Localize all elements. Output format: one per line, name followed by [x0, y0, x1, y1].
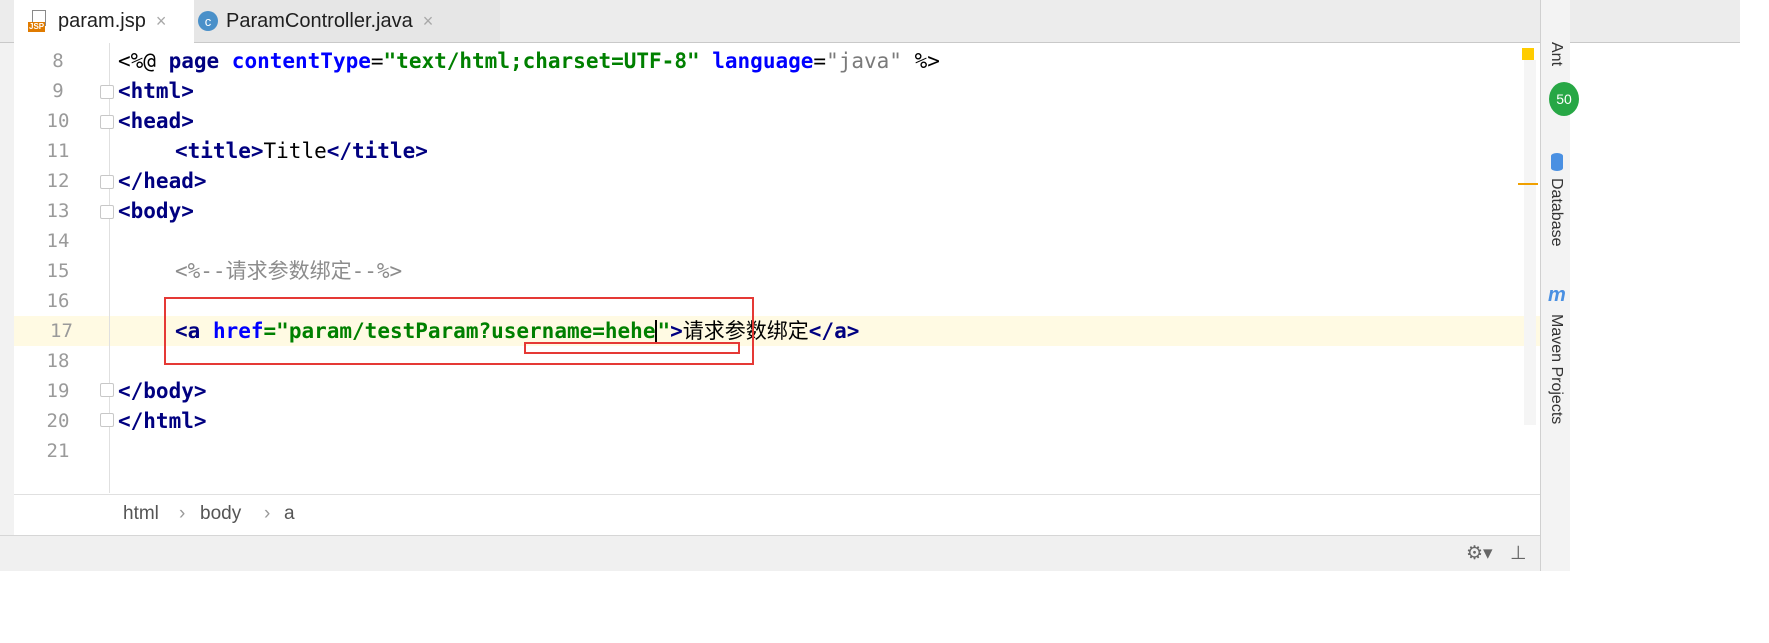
- close-tab-icon[interactable]: ×: [156, 11, 167, 32]
- background-area: [0, 571, 1769, 643]
- breadcrumb-item-html[interactable]: html: [123, 503, 159, 525]
- line-number: 18: [46, 350, 70, 372]
- line-number: 13: [46, 200, 70, 222]
- scroll-position-marker: [1518, 183, 1538, 185]
- warning-marker-icon[interactable]: [1522, 48, 1534, 60]
- breadcrumb-item-body[interactable]: body: [200, 503, 241, 525]
- line-number: 16: [46, 290, 70, 312]
- code-line-10: <head>: [118, 109, 194, 133]
- tab-param-jsp[interactable]: JSP param.jsp ×: [14, 0, 194, 44]
- line-number: 15: [46, 260, 70, 282]
- chevron-right-icon: ›: [179, 503, 186, 524]
- tab-label: ParamController.java: [226, 9, 413, 32]
- maven-icon: m: [1548, 284, 1566, 306]
- tab-label: param.jsp: [58, 9, 146, 32]
- code-line-15: <%--请求参数绑定--%>: [175, 259, 403, 283]
- line-number-current: 17: [14, 316, 109, 346]
- code-line-19: </body>: [118, 379, 207, 403]
- code-editor[interactable]: <%@ page contentType="text/html;charset=…: [110, 43, 1540, 493]
- annotation-underline-box: [524, 342, 740, 354]
- status-bar: ⚙▾ ⊥: [0, 535, 1540, 572]
- tab-paramcontroller-java[interactable]: c ParamController.java ×: [194, 0, 500, 42]
- line-number: 12: [46, 170, 70, 192]
- code-line-12: </head>: [118, 169, 207, 193]
- line-number: 11: [46, 140, 70, 162]
- line-number: 8: [52, 50, 64, 72]
- notification-badge[interactable]: 50: [1549, 82, 1579, 116]
- chevron-right-icon: ›: [264, 503, 271, 524]
- code-line-20: </html>: [118, 409, 207, 433]
- code-line-9: <html>: [118, 79, 194, 103]
- editor-tab-bar: JSP param.jsp × c ParamController.java ×: [0, 0, 1740, 44]
- line-number: 21: [46, 440, 70, 462]
- editor-scrollbar[interactable]: [1524, 60, 1536, 425]
- breadcrumb: html › body › a: [14, 494, 1540, 535]
- line-number: 20: [46, 410, 70, 432]
- code-line-11: <title>Title</title>: [175, 139, 428, 163]
- code-line-8: <%@ page contentType="text/html;charset=…: [118, 49, 940, 73]
- settings-gear-icon[interactable]: ⚙▾: [1466, 542, 1493, 565]
- line-number: 9: [52, 80, 64, 102]
- annotation-highlight-box: [164, 297, 754, 365]
- jsp-file-icon: JSP: [28, 10, 50, 32]
- database-icon: [1551, 153, 1563, 171]
- database-tab[interactable]: Database: [1547, 178, 1565, 247]
- line-number: 10: [46, 110, 70, 132]
- maven-projects-tab[interactable]: Maven Projects: [1547, 314, 1565, 424]
- java-class-icon: c: [198, 11, 218, 31]
- breadcrumb-item-a[interactable]: a: [284, 503, 295, 525]
- line-number: 19: [46, 380, 70, 402]
- line-number-gutter: 8 9 10 11 12 13 14 15 16 17 18 19 20 21: [14, 43, 110, 493]
- line-number: 14: [46, 230, 70, 252]
- close-tab-icon[interactable]: ×: [423, 11, 434, 32]
- code-line-13: <body>: [118, 199, 194, 223]
- pin-icon[interactable]: ⊥: [1510, 542, 1527, 565]
- ant-build-tab[interactable]: Ant: [1547, 42, 1565, 66]
